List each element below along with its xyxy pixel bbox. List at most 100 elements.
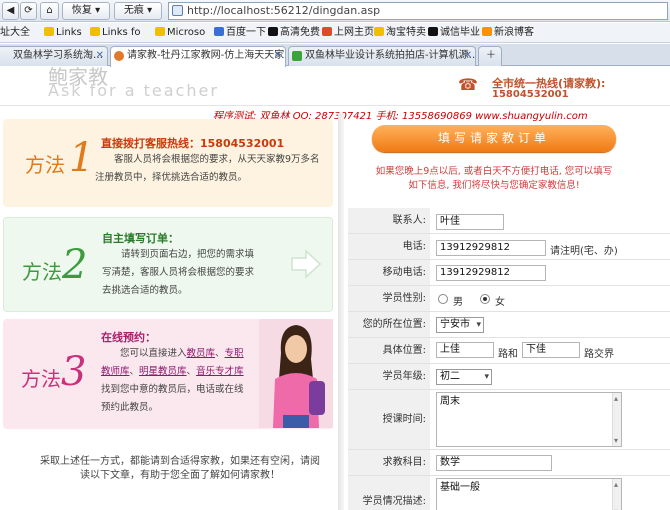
bookmark-item[interactable]: Links fo bbox=[90, 26, 141, 40]
grade-select[interactable]: 初二 bbox=[436, 369, 492, 385]
method-2-card: 方法 2 自主填写订单： 请转到页面右边，把您的需求填写清楚，客服人员将会根据您… bbox=[3, 217, 333, 312]
mobile-input[interactable]: 13912929812 bbox=[436, 265, 546, 281]
time-label: 授课时间: bbox=[348, 390, 430, 449]
baidu-icon bbox=[214, 27, 224, 36]
bottom-text: 采取上述任一方式，都能请到合适得家教，如果还有空闲，请阅读以下文章，有助于您全面… bbox=[40, 456, 320, 481]
location-label: 具体位置: bbox=[348, 338, 430, 363]
gender-male-label: 男 bbox=[453, 297, 463, 308]
bookmark-label: 址大全 bbox=[0, 27, 30, 38]
form-row-time: 授课时间: 周末 bbox=[348, 390, 670, 450]
link-teacher-db[interactable]: 教员库 bbox=[187, 348, 216, 359]
textarea-scrollbar[interactable] bbox=[612, 392, 621, 447]
bookmark-item[interactable]: 百度一下 bbox=[214, 26, 266, 40]
restore-button[interactable]: 恢复 ▾ bbox=[62, 2, 110, 20]
close-icon[interactable]: ✕ bbox=[96, 47, 104, 65]
city-label: 您的所在位置: bbox=[348, 312, 430, 337]
tab-strip: 双鱼林学习系统淘… ✕ 请家教-牡丹江家教网-仿上海天天家… ✕ 双鱼林毕业设计系统… bbox=[0, 44, 670, 67]
city-select[interactable]: 宁安市 bbox=[436, 317, 484, 333]
method-1-card: 方法 1 直接拨打客服热线：15804532001 客服人员将会根据您的要求，从… bbox=[3, 119, 333, 207]
road1-input[interactable]: 上佳 bbox=[436, 342, 494, 358]
address-bar[interactable]: http://localhost:56212/dingdan.asp bbox=[168, 2, 668, 20]
bookmark-item[interactable]: 高清免费 bbox=[268, 26, 320, 40]
bookmark-item[interactable]: Microso bbox=[155, 26, 205, 40]
description-label: 学员情况描述: bbox=[348, 476, 430, 510]
tab-label: 双鱼林学习系统淘… bbox=[13, 50, 103, 61]
restore-label: 恢复 bbox=[71, 5, 92, 16]
road-cross-text: 路交界 bbox=[584, 349, 614, 360]
site-icon bbox=[292, 51, 302, 61]
form-row-city: 您的所在位置: 宁安市 bbox=[348, 312, 670, 338]
bookmark-label: Links bbox=[56, 27, 82, 38]
hotline-number: 15804532001 bbox=[492, 89, 569, 100]
tab-2[interactable]: 请家教-牡丹江家教网-仿上海天天家… ✕ bbox=[110, 46, 286, 67]
integrity-icon bbox=[428, 27, 438, 36]
description-textarea[interactable]: 基础一般 bbox=[436, 478, 622, 510]
gender-male-radio[interactable] bbox=[438, 294, 448, 304]
close-icon[interactable]: ✕ bbox=[274, 47, 282, 65]
incognito-button[interactable]: 无痕 ▾ bbox=[114, 2, 162, 20]
bookmark-item[interactable]: 上网主页 bbox=[322, 26, 374, 40]
bookmark-item[interactable]: 新浪博客 bbox=[482, 26, 534, 40]
method-word: 方法 bbox=[21, 367, 61, 391]
gender-female-radio[interactable] bbox=[480, 294, 490, 304]
method-body: 您可以直接进入教员库、专职教师库、明星教员库、音乐专才库找到您中意的教员后，电话… bbox=[101, 348, 244, 413]
tab-1[interactable]: 双鱼林学习系统淘… ✕ bbox=[0, 46, 108, 66]
tab-3[interactable]: 双鱼林毕业设计系统拍拍店-计算机源… ✕ bbox=[288, 46, 476, 66]
form-row-location: 具体位置: 上佳 路和 下佳 路交界 bbox=[348, 338, 670, 364]
bookmark-label: 高清免费 bbox=[280, 27, 320, 38]
form-row-subject: 求教科目: 数学 bbox=[348, 450, 670, 476]
bookmark-label: Microso bbox=[167, 27, 206, 38]
tab-label: 双鱼林毕业设计系统拍拍店-计算机源… bbox=[305, 50, 476, 61]
form-row-description: 学员情况描述: 基础一般 bbox=[348, 476, 670, 510]
home-icon bbox=[322, 27, 332, 36]
new-tab-button[interactable]: ＋ bbox=[478, 46, 502, 66]
close-icon[interactable]: ✕ bbox=[464, 47, 472, 65]
divider bbox=[0, 105, 670, 106]
bookmarks-bar: 址大全 Links Links fo Microso 百度一下 高清免费 上网主… bbox=[0, 23, 670, 43]
time-textarea[interactable]: 周末 bbox=[436, 392, 622, 447]
browser-toolbar: ◀ ⟳ ⌂ 恢复 ▾ 无痕 ▾ http://localhost:56212/d… bbox=[0, 0, 670, 22]
method-number: 1 bbox=[69, 135, 95, 181]
bookmark-label: 百度一下 bbox=[226, 27, 266, 38]
sina-icon bbox=[482, 27, 492, 36]
form-row-grade: 学员年级: 初二 bbox=[348, 364, 670, 390]
textarea-scrollbar[interactable] bbox=[612, 478, 621, 510]
method-body-text: 找到您中意的教员后，电话或在线预约此教员。 bbox=[101, 384, 244, 413]
gender-female-label: 女 bbox=[495, 297, 505, 308]
fill-order-button[interactable]: 填写请家教订单 bbox=[372, 125, 616, 152]
folder-icon bbox=[155, 27, 165, 36]
link-music-teacher-db[interactable]: 音乐专才库 bbox=[196, 366, 244, 377]
url-text: http://localhost:56212/dingdan.asp bbox=[187, 4, 381, 17]
description-value: 基础一般 bbox=[440, 482, 480, 493]
folder-icon bbox=[90, 27, 100, 36]
method-title: 直接拨打客服热线：15804532001 bbox=[101, 137, 285, 150]
subject-input[interactable]: 数学 bbox=[436, 455, 552, 471]
contact-input[interactable]: 叶佳 bbox=[436, 214, 504, 230]
phone-icon: ☎ bbox=[458, 75, 478, 94]
bookmark-item[interactable]: 诚信毕业 bbox=[428, 26, 480, 40]
m-icon bbox=[268, 27, 278, 36]
road2-input[interactable]: 下佳 bbox=[522, 342, 580, 358]
mobile-label: 移动电话: bbox=[348, 260, 430, 285]
contact-label: 联系人: bbox=[348, 208, 430, 233]
method-body: 请转到页面右边，把您的需求填写清楚，客服人员将会根据您的要求去挑选合适的教员。 bbox=[102, 249, 255, 296]
method-body-text: 您可以直接进入 bbox=[120, 348, 187, 359]
back-button[interactable]: ◀ bbox=[2, 2, 19, 20]
bookmark-label: 新浪博客 bbox=[494, 27, 534, 38]
phone-input[interactable]: 13912929812 bbox=[436, 240, 546, 256]
folder-icon bbox=[44, 27, 54, 36]
bookmark-item[interactable]: 淘宝特卖 bbox=[374, 26, 426, 40]
method-title: 在线预约： bbox=[101, 331, 156, 344]
form-row-contact: 联系人: 叶佳 bbox=[348, 208, 670, 234]
phone-note: 请注明(宅、办) bbox=[550, 246, 618, 257]
form-row-phone: 电话: 13912929812 请注明(宅、办) bbox=[348, 234, 670, 260]
refresh-button[interactable]: ⟳ bbox=[20, 2, 37, 20]
method-3-card: 方法 3 在线预约： 您可以直接进入教员库、专职教师库、明星教员库、音乐专才库找… bbox=[3, 319, 333, 429]
incognito-label: 无痕 bbox=[123, 5, 144, 16]
bookmark-label: Links fo bbox=[102, 27, 141, 38]
bookmark-item[interactable]: Links bbox=[44, 26, 82, 40]
home-button[interactable]: ⌂ bbox=[40, 2, 59, 20]
link-star-teacher-db[interactable]: 明星教员库 bbox=[139, 366, 187, 377]
gender-label: 学员性别: bbox=[348, 286, 430, 311]
bookmark-item[interactable]: 址大全 bbox=[0, 26, 30, 40]
